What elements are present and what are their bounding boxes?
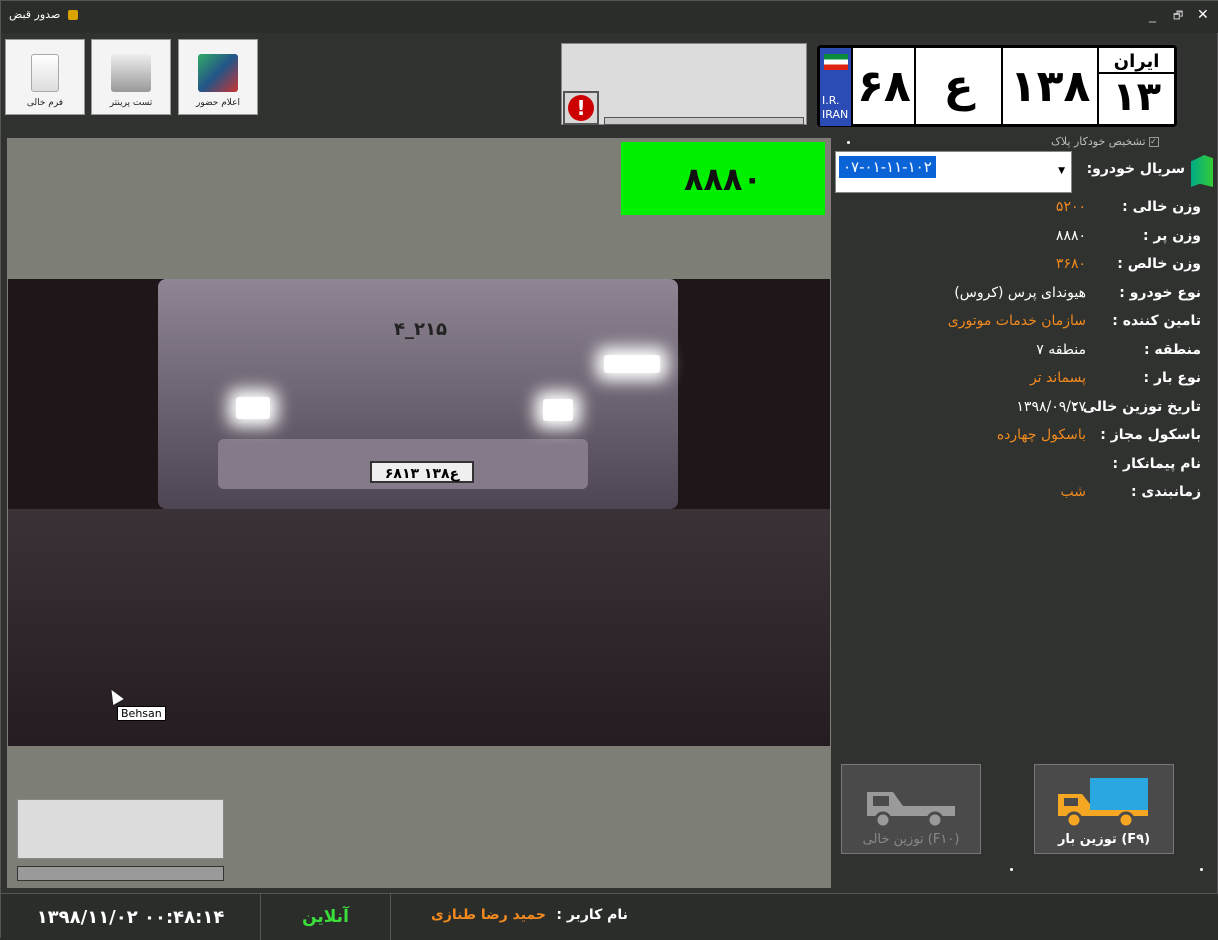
- restore-button[interactable]: 🗗: [1173, 7, 1183, 26]
- detail-row: باسکول مجاز : باسکول چهارده: [841, 427, 1201, 456]
- detail-value: هیوندای پرس (کروس): [954, 284, 1086, 301]
- empty-weigh-button[interactable]: توزین خالی (F۱۰): [841, 764, 981, 854]
- serial-label: سریال خودرو:: [1086, 161, 1185, 177]
- load-weigh-button[interactable]: توزین بار (F۹): [1034, 764, 1174, 854]
- serial-combobox[interactable]: ۰۷-۰۱-۱۱-۱۰۲ ▼: [835, 151, 1072, 193]
- status-online: آنلاین: [261, 894, 391, 940]
- secondary-progress-bar: [17, 866, 224, 881]
- detail-key: باسکول مجاز :: [1100, 427, 1201, 443]
- camera-view: ۶۸ع۱۳۸ ۱۳ ۴_۲۱۵: [8, 279, 830, 746]
- detail-key: نوع خودرو :: [1119, 284, 1201, 301]
- printer-test-label: تست پرینتر: [109, 98, 153, 108]
- plate-part1: ۶۸: [853, 48, 915, 124]
- details-panel: وزن خالی : ۵۲۰۰ وزن پر : ۸۸۸۰ وزن خالص : ۳۶۸۰…: [841, 199, 1201, 513]
- detail-value: پسماند تر: [1029, 370, 1086, 386]
- headlight-right: [543, 399, 573, 421]
- detail-row: وزن پر : ۸۸۸۰: [841, 228, 1201, 257]
- minimize-button[interactable]: _: [1149, 7, 1156, 23]
- blank-form-icon: [31, 54, 59, 92]
- user-label: نام کاربر :: [556, 907, 628, 923]
- detail-row: وزن خالص : ۳۶۸۰: [841, 256, 1201, 285]
- user-name: حمید رضا طنازی: [431, 907, 546, 923]
- loaded-truck-icon: [1058, 778, 1148, 829]
- detail-value: منطقه ۷: [1036, 341, 1086, 358]
- detail-key: تامین کننده :: [1112, 313, 1201, 329]
- detail-value: ۱۳۹۸/۰۹/۲۷: [1016, 398, 1086, 415]
- detail-row: نوع خودرو : هیوندای پرس (کروس): [841, 285, 1201, 314]
- checkbox-icon: ✓: [1148, 137, 1159, 147]
- plate-region: ایران ۱۳: [1099, 48, 1174, 124]
- detail-key: وزن خالی :: [1122, 199, 1201, 215]
- camera-plate: ۶۸ع۱۳۸ ۱۳: [370, 461, 474, 483]
- detail-key: منطقه :: [1143, 341, 1201, 358]
- alert-icon: !: [568, 95, 594, 121]
- detail-value: ۸۸۸۰: [1055, 227, 1086, 244]
- secondary-message-box: [17, 799, 224, 859]
- alert-button[interactable]: !: [563, 91, 599, 125]
- detail-key: زمانبندی :: [1130, 484, 1201, 500]
- iran-flag-icon: [824, 54, 848, 70]
- dot-marker: [1010, 868, 1013, 871]
- plate-region-code: ۱۳: [1112, 74, 1162, 120]
- serial-value: ۰۷-۰۱-۱۱-۱۰۲: [839, 156, 936, 178]
- message-progress-bar: [604, 117, 804, 125]
- detail-value: سازمان خدمات موتوری: [947, 313, 1086, 329]
- detail-row: منطقه : منطقه ۷: [841, 342, 1201, 371]
- load-weigh-label: توزین بار (F۹): [1057, 832, 1151, 847]
- scale-icon: [67, 10, 78, 20]
- close-button[interactable]: ✕: [1197, 7, 1209, 23]
- detail-row: نوع بار : پسماند تر: [841, 370, 1201, 399]
- title-bar: صدور قبض _ 🗗 ✕: [1, 1, 1218, 33]
- blank-form-label: فرم خالی: [26, 98, 64, 108]
- dot-marker: [1200, 868, 1203, 871]
- detail-key: وزن خالص :: [1117, 256, 1201, 272]
- license-plate: I.R. IRAN ۶۸ ع ۱۳۸ ایران ۱۳: [815, 43, 1179, 129]
- blank-form-button[interactable]: فرم خالی: [5, 39, 85, 115]
- detail-row: وزن خالی : ۵۲۰۰: [841, 199, 1201, 228]
- detail-value: ۳۶۸۰: [1055, 256, 1086, 272]
- headlight-left: [236, 397, 270, 419]
- detail-row: تاریخ توزین خالی :۱۳۹۸/۰۹/۲۷: [841, 399, 1201, 428]
- chevron-down-icon[interactable]: ▼: [1058, 166, 1065, 176]
- detail-key: تاریخ توزین خالی :: [1072, 398, 1201, 415]
- printer-test-button[interactable]: تست پرینتر: [91, 39, 171, 115]
- truck-code-text: ۴_۲۱۵: [394, 319, 447, 340]
- auto-detect-label: تشخیص خودکار پلاک: [1051, 135, 1146, 148]
- dot-marker: [847, 141, 850, 144]
- attendance-button[interactable]: اعلام حضور: [178, 39, 258, 115]
- plate-letter: ع: [916, 48, 1001, 124]
- detail-row: تامین کننده : سازمان خدمات موتوری: [841, 313, 1201, 342]
- auto-detect-checkbox[interactable]: ✓تشخیص خودکار پلاک: [1051, 135, 1159, 148]
- serial-row: ۰۷-۰۱-۱۱-۱۰۲ ▼ سریال خودرو:: [835, 151, 1217, 193]
- side-marker-light: [604, 355, 660, 373]
- plate-part2: ۱۳۸: [1002, 48, 1098, 124]
- detail-row: نام پیمانکار :: [841, 456, 1201, 485]
- plate-country-text: I.R. IRAN: [822, 94, 849, 121]
- empty-weigh-label: توزین خالی (F۱۰): [862, 832, 960, 847]
- camera-tooltip: Behsan: [117, 706, 166, 721]
- weight-display: ۸۸۸۰: [621, 142, 825, 215]
- attendance-label: اعلام حضور: [195, 98, 241, 108]
- status-user: نام کاربر : حمید رضا طنازی: [431, 907, 628, 923]
- plate-flag: I.R. IRAN: [820, 48, 852, 126]
- attendance-icon: [198, 54, 238, 92]
- detail-key: نام پیمانکار :: [1112, 455, 1201, 472]
- window-title: صدور قبض: [9, 8, 78, 21]
- plate-region-label: ایران: [1099, 52, 1174, 74]
- detail-value: ۵۲۰۰: [1055, 199, 1086, 215]
- status-datetime: ۱۳۹۸/۱۱/۰۲ ۰۰:۴۸:۱۴: [1, 894, 261, 940]
- flag-icon: [1191, 155, 1213, 187]
- status-bar: ۱۳۹۸/۱۱/۰۲ ۰۰:۴۸:۱۴ آنلاین نام کاربر : ح…: [1, 893, 1218, 940]
- detail-row: زمانبندی : شب: [841, 484, 1201, 513]
- detail-value: باسکول چهارده: [996, 427, 1086, 443]
- empty-truck-icon: [867, 792, 955, 829]
- detail-key: نوع بار :: [1143, 370, 1201, 386]
- printer-icon: [111, 54, 151, 92]
- detail-key: وزن پر :: [1142, 227, 1201, 244]
- window-title-text: صدور قبض: [9, 8, 61, 21]
- detail-value: شب: [1060, 484, 1086, 500]
- main-window: صدور قبض _ 🗗 ✕ فرم خالی تست پرینتر اعلام…: [0, 0, 1218, 940]
